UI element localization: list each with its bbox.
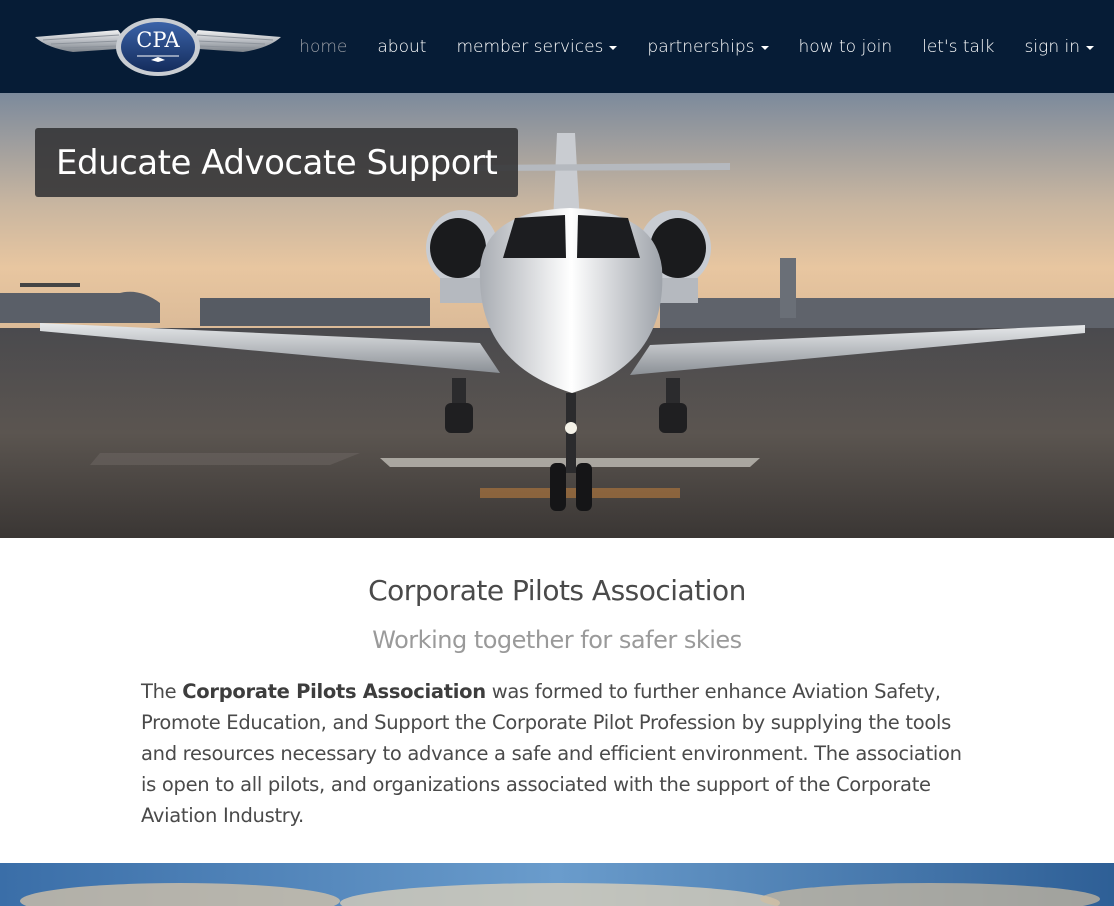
nav-item-label: sign in [1024,36,1080,57]
main-nav: home about member services partnerships how … [269,0,1094,93]
caret-down-icon [760,45,769,50]
nav-item-label: partnerships [647,36,755,57]
section-subtitle: Working together for safer skies [372,626,742,654]
intro-section: Corporate Pilots Association Working tog… [0,538,1114,863]
caret-down-icon [1086,45,1094,50]
nav-item-about[interactable]: about [377,37,426,57]
intro-org-name: Corporate Pilots Association [182,680,486,703]
nav-item-label: member services [456,36,604,57]
caret-down-icon [609,45,618,50]
hero-banner: Educate Advocate Support [0,93,1114,538]
intro-prefix: The [141,680,183,703]
cpa-logo[interactable]: CPA [33,16,283,78]
navbar: CPA home about member services partnerships… [0,0,1114,93]
nav-item-home[interactable]: home [299,37,347,57]
nav-item-partnerships[interactable]: partnerships [647,36,769,57]
sky-banner-image [0,863,1114,906]
nav-item-sign-in[interactable]: sign in [1025,37,1094,57]
nav-item-label: let's talk [922,36,995,57]
svg-text:CPA: CPA [136,28,180,52]
nav-item-let-s-talk[interactable]: let's talk [922,37,994,57]
nav-item-member-services[interactable]: member services [456,36,618,57]
nav-item-how-to-join[interactable]: how to join [799,37,893,57]
nav-item-label: how to join [798,36,893,57]
nav-item-label: home [299,36,348,57]
nav-item-label: about [377,36,427,57]
hero-tagline: Educate Advocate Support [56,142,498,183]
section-title: Corporate Pilots Association [368,574,746,607]
hero-tagline-box: Educate Advocate Support [35,128,519,197]
intro-paragraph: The Corporate Pilots Association was for… [141,676,971,831]
